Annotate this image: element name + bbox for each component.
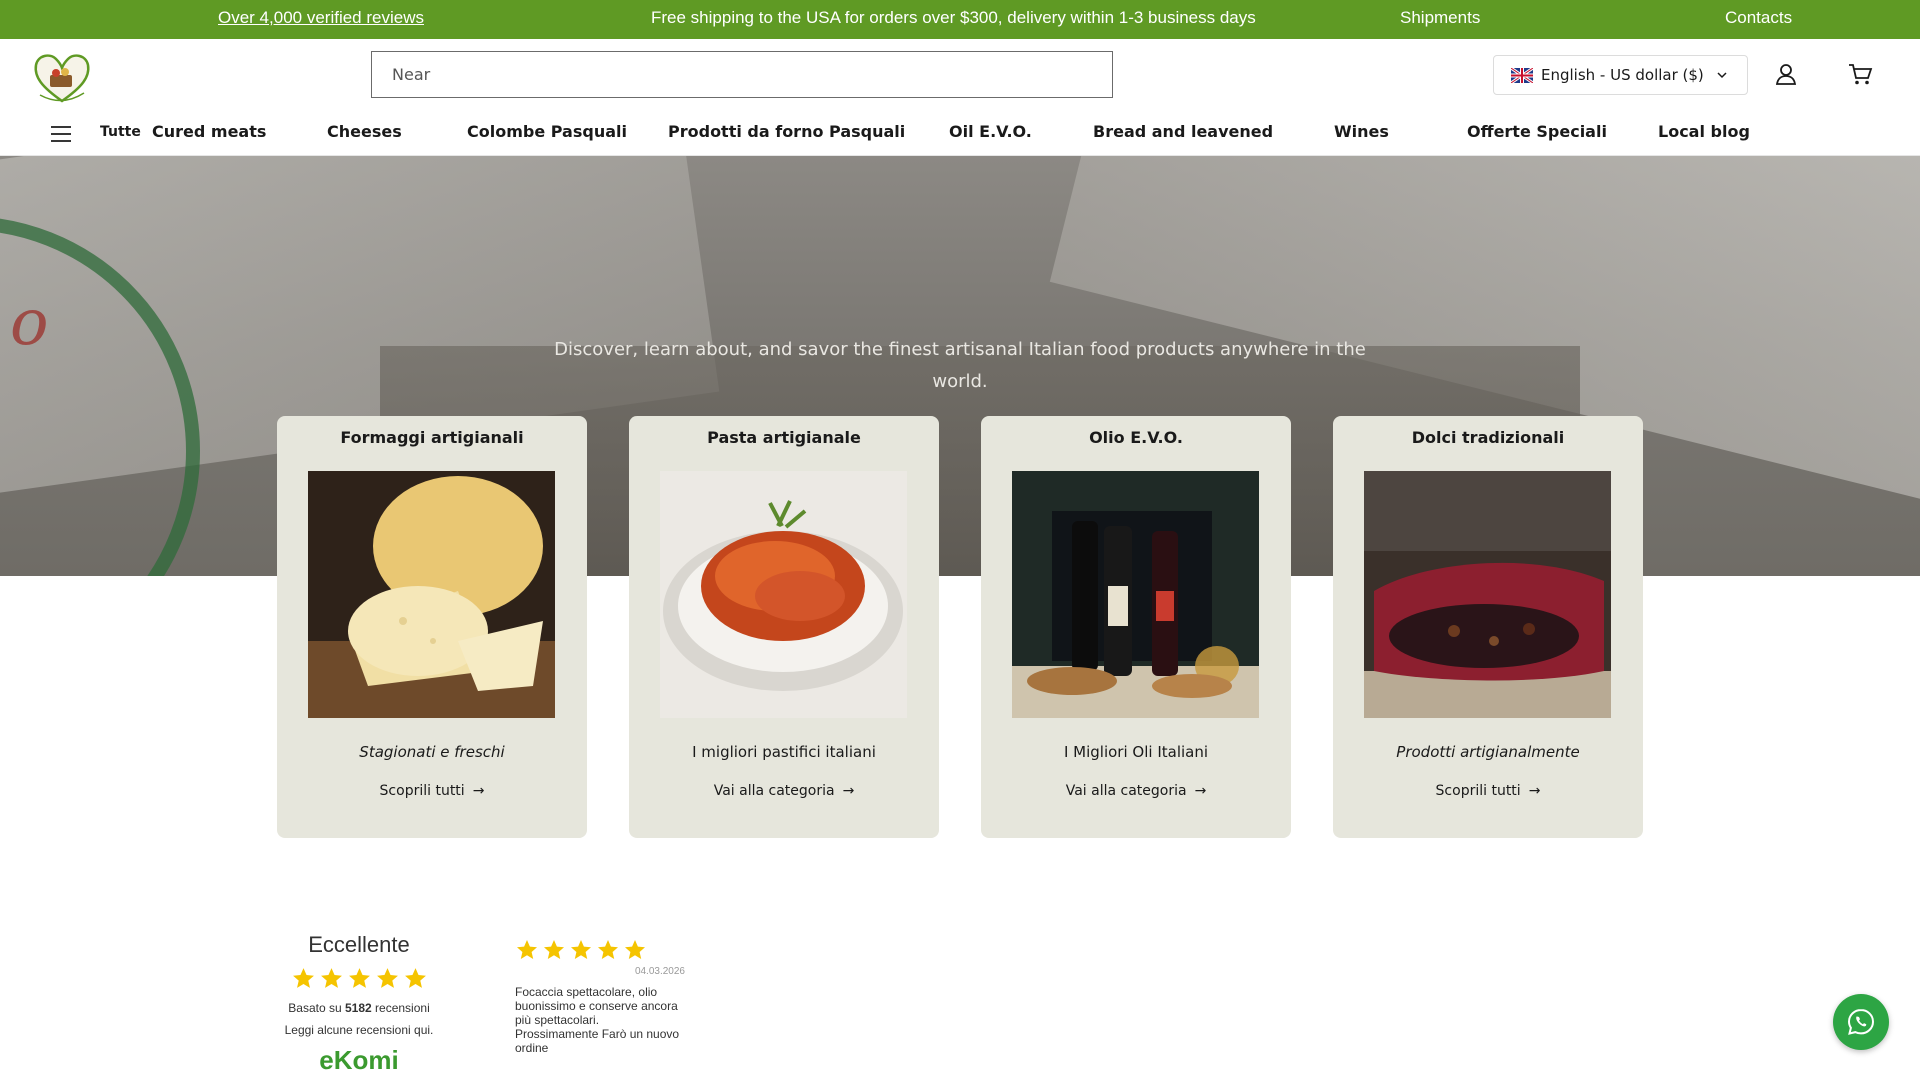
category-link-label: Vai alla categoria	[1065, 783, 1187, 799]
category-link-label: Vai alla categoria	[713, 783, 835, 799]
ekomi-logo: eKomi	[319, 1045, 399, 1075]
nav-item-oil[interactable]: Oil E.V.O.	[949, 122, 1032, 141]
category-card-oil[interactable]: Olio E.V.O. I Migliori Oli Italiani Vai …	[981, 416, 1291, 838]
shipping-message: Free shipping to the USA for orders over…	[651, 8, 1256, 27]
category-link[interactable]: Scoprili tutti →	[1333, 783, 1643, 799]
category-subtitle: Prodotti artigianalmente	[1396, 743, 1580, 761]
announcement-bar: Over 4,000 verified reviews Free shippin…	[0, 0, 1920, 39]
account-icon[interactable]	[1773, 61, 1799, 87]
category-link-label: Scoprili tutti	[379, 783, 465, 799]
category-link-label: Scoprili tutti	[1435, 783, 1521, 799]
whatsapp-icon	[1847, 1008, 1875, 1035]
arrow-right-icon: →	[1194, 783, 1207, 799]
star-icon	[598, 940, 618, 959]
category-link[interactable]: Scoprili tutti →	[277, 783, 587, 799]
cheese-image	[308, 471, 555, 718]
nav-item-bread[interactable]: Bread and leavened	[1093, 122, 1273, 141]
site-header: English - US dollar ($) Tutte Cured meat…	[0, 39, 1920, 156]
category-subtitle: I Migliori Oli Italiani	[1063, 743, 1209, 761]
rating-label: Eccellente	[308, 932, 410, 957]
traditional-sweet-image	[1364, 471, 1611, 718]
uk-flag-icon	[1511, 67, 1533, 83]
hero-tagline: Discover, learn about, and savor the fin…	[554, 339, 1366, 392]
locale-currency-selector[interactable]: English - US dollar ($)	[1493, 55, 1748, 95]
nav-item-local-blog[interactable]: Local blog	[1658, 122, 1750, 141]
arrow-right-icon: →	[842, 783, 855, 799]
review-count-text: Basato su 5182 recensioni	[259, 1001, 459, 1015]
pasta-image	[660, 471, 907, 718]
category-link[interactable]: Vai alla categoria →	[981, 783, 1291, 799]
search-box[interactable]	[371, 51, 1113, 98]
ekomi-rating-widget[interactable]: Eccellente Basato su 5182 recensioni Leg…	[259, 932, 459, 1076]
star-icon	[320, 968, 342, 988]
review-count-prefix: Basato su	[288, 1001, 342, 1015]
nav-item-prodotti-forno[interactable]: Prodotti da forno Pasquali	[668, 122, 905, 141]
review-count: 5182	[344, 1001, 372, 1015]
review-card: 04.03.2026 Focaccia spettacolare, olio b…	[515, 938, 685, 1055]
review-text: Focaccia spettacolare, olio buonissimo e…	[515, 985, 680, 1055]
star-icon	[544, 940, 564, 959]
category-card-sweets[interactable]: Dolci tradizionali Prodotti artigianalme…	[1333, 416, 1643, 838]
locale-label: English - US dollar ($)	[1541, 66, 1704, 84]
category-link[interactable]: Vai alla categoria →	[629, 783, 939, 799]
category-subtitle: I migliori pastifici italiani	[692, 743, 876, 761]
logo[interactable]	[30, 49, 94, 105]
category-title: Dolci tradizionali	[1411, 428, 1565, 447]
category-title: Formaggi artigianali	[340, 428, 524, 447]
star-icon	[625, 940, 645, 959]
category-card-pasta[interactable]: Pasta artigianale I migliori pastifici i…	[629, 416, 939, 838]
whatsapp-chat-button[interactable]	[1833, 994, 1889, 1050]
category-card-cheeses[interactable]: Formaggi artigianali Stagionati e fresch…	[277, 416, 587, 838]
chevron-down-icon	[1717, 72, 1727, 79]
read-reviews-link[interactable]: Leggi alcune recensioni qui.	[259, 1023, 459, 1037]
star-icon	[571, 940, 591, 959]
category-title: Olio E.V.O.	[1089, 428, 1183, 447]
search-input[interactable]	[372, 52, 1112, 97]
arrow-right-icon: →	[1528, 783, 1541, 799]
nav-all[interactable]: Tutte	[100, 124, 141, 140]
review-date: 04.03.2026	[634, 966, 685, 977]
star-icon	[292, 968, 314, 988]
verified-reviews-link[interactable]: Over 4,000 verified reviews	[218, 8, 424, 28]
main-navigation: Tutte Cured meats Cheeses Colombe Pasqua…	[0, 114, 1920, 154]
star-icon	[348, 968, 370, 988]
nav-item-offerte-speciali[interactable]: Offerte Speciali	[1467, 122, 1607, 141]
star-icon	[517, 940, 537, 959]
nav-item-wines[interactable]: Wines	[1334, 122, 1389, 141]
rating-stars	[259, 966, 459, 991]
nav-item-cheeses[interactable]: Cheeses	[327, 122, 402, 141]
menu-icon[interactable]	[50, 125, 72, 143]
category-title: Pasta artigianale	[707, 428, 861, 447]
cart-icon[interactable]	[1847, 61, 1873, 87]
review-count-suffix: recensioni	[375, 1001, 430, 1015]
star-icon	[376, 968, 398, 988]
olive-oil-image	[1012, 471, 1259, 718]
nav-item-colombe-pasquali[interactable]: Colombe Pasquali	[467, 122, 627, 141]
nav-item-cured-meats[interactable]: Cured meats	[152, 122, 266, 141]
star-icon	[404, 968, 426, 988]
contacts-link[interactable]: Contacts	[1725, 8, 1792, 28]
shipments-link[interactable]: Shipments	[1400, 8, 1480, 28]
hero-background-mark: o	[10, 286, 49, 360]
category-subtitle: Stagionati e freschi	[359, 743, 505, 761]
review-stars	[515, 938, 685, 962]
arrow-right-icon: →	[472, 783, 485, 799]
